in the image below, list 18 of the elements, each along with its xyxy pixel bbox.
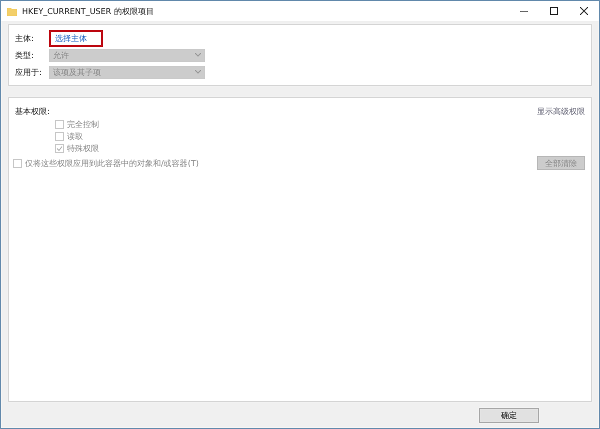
maximize-icon xyxy=(550,7,558,15)
checkbox-label: 完全控制 xyxy=(67,119,99,130)
ok-button[interactable]: 确定 xyxy=(479,408,539,422)
chevron-icon xyxy=(195,70,201,74)
section-title: 基本权限: xyxy=(15,106,50,117)
checkbox-label: 特殊权限 xyxy=(67,143,99,154)
window-title: HKEY_CURRENT_USER 的权限项目 xyxy=(22,6,155,16)
close-icon xyxy=(580,7,588,15)
folder-icon xyxy=(7,6,17,16)
field-label: 应用于: xyxy=(15,66,43,78)
field-label: 类型: xyxy=(15,50,35,60)
advanced-permissions-link[interactable]: 显示高级权限 xyxy=(537,106,585,117)
chevron-icon xyxy=(195,53,201,57)
checkbox-label: 仅将这些权限应用到此容器中的对象和/或容器(T) xyxy=(25,158,199,168)
minimize-icon xyxy=(520,10,528,12)
field-label: 主体: xyxy=(15,32,35,44)
select-principal-link[interactable]: 选择主体 xyxy=(49,30,103,46)
checkbox-label: 读取 xyxy=(67,131,83,142)
